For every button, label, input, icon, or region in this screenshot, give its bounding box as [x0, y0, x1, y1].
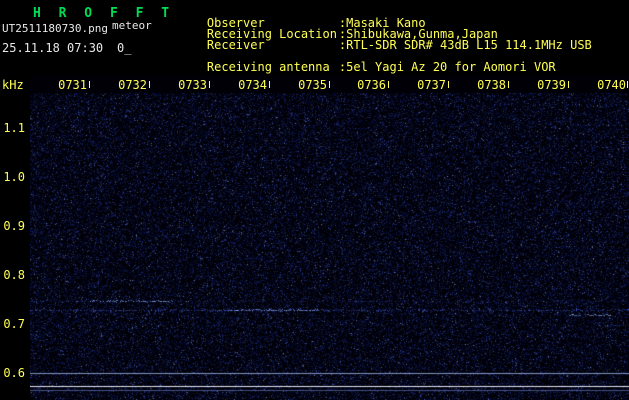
freq-tick-label: 0.7	[3, 317, 25, 331]
time-tick	[149, 81, 150, 88]
time-tick	[508, 81, 509, 88]
time-tick	[388, 81, 389, 88]
hrofft-window: H R O F F T UT2511180730.png meteor 25.1…	[0, 0, 629, 400]
time-tick	[209, 81, 210, 88]
datetime-label: 25.11.18 07:30	[2, 41, 104, 55]
output-filename: UT2511180730.png	[2, 22, 108, 35]
freq-tick-label: 1.0	[3, 170, 25, 184]
time-tick-label: 0732	[118, 78, 147, 92]
freq-tick-label: 0.9	[3, 219, 25, 233]
time-tick-label: 0739	[537, 78, 566, 92]
time-tick	[627, 81, 628, 88]
frequency-unit-label: kHz	[2, 78, 24, 92]
time-tick-label: 0733	[178, 78, 207, 92]
freq-tick-label: 0.8	[3, 268, 25, 282]
time-tick-label: 0736	[357, 78, 386, 92]
time-tick-label: 0740	[597, 78, 626, 92]
time-tick-label: 0738	[477, 78, 506, 92]
echo-count: 0_	[117, 41, 132, 55]
mode-label: meteor	[112, 19, 152, 32]
freq-tick-label: 1.1	[3, 121, 25, 135]
time-tick-label: 0737	[417, 78, 446, 92]
time-tick	[329, 81, 330, 88]
info-value: :5el Yagi Az 20 for Aomori VOR	[338, 60, 556, 74]
info-label: Receiving antenna	[206, 60, 330, 74]
time-tick	[568, 81, 569, 88]
time-tick	[89, 81, 90, 88]
time-tick	[269, 81, 270, 88]
spectrogram-canvas	[30, 75, 629, 400]
time-tick-label: 0731	[58, 78, 87, 92]
time-tick-label: 0734	[238, 78, 267, 92]
freq-tick-label: 0.6	[3, 366, 25, 380]
time-tick	[448, 81, 449, 88]
time-tick-label: 0735	[298, 78, 327, 92]
app-title: H R O F F T	[33, 6, 175, 21]
